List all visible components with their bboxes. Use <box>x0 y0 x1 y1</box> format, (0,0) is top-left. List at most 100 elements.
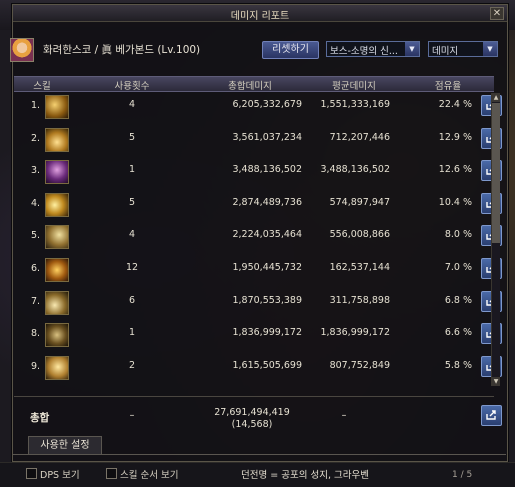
character-name: 화려한스코 / 眞 베가본드 (Lv.100) <box>43 44 201 56</box>
chevron-down-icon: ▼ <box>405 42 419 56</box>
table-row[interactable]: 5. 4 2,224,035,464 556,008,866 8.0 % <box>14 223 502 251</box>
row-avg-damage: 807,752,849 <box>329 359 390 371</box>
table-row[interactable]: 2. 5 3,561,037,234 712,207,446 12.9 % <box>14 126 502 154</box>
column-share: 점유율 <box>434 81 462 92</box>
boss-select-dropdown[interactable]: 보스-소명의 신... ▼ <box>326 41 420 57</box>
scroll-down-icon[interactable]: ▼ <box>492 377 500 386</box>
row-rank: 5. <box>31 230 41 242</box>
total-avg: – <box>341 410 347 421</box>
row-rank: 6. <box>31 263 41 274</box>
skill-icon <box>45 290 69 315</box>
title-bar[interactable]: 데미지 리포트 ✕ <box>13 5 507 22</box>
total-label: 총합 <box>30 412 50 424</box>
row-use-count: 1 <box>128 164 136 176</box>
row-rank: 4. <box>31 197 41 209</box>
share-total-button[interactable] <box>481 405 502 426</box>
total-damage: 27,691,494,419 <box>214 407 290 418</box>
page-indicator: 1 / 5 <box>452 470 473 480</box>
row-use-count: 4 <box>128 229 136 241</box>
skill-icon <box>45 192 69 217</box>
share-icon <box>486 410 496 420</box>
row-use-count: 6 <box>128 294 136 306</box>
row-total-damage: 6,205,332,679 <box>232 99 302 110</box>
dungeon-name: 던전명 = 공포의 성지, 그라우벤 <box>241 470 369 481</box>
row-use-count: 12 <box>125 262 139 273</box>
row-total-damage: 3,488,136,502 <box>232 164 302 176</box>
row-use-count: 1 <box>128 327 136 339</box>
scrollbar[interactable]: ▲ ▼ <box>491 93 500 386</box>
table-row[interactable]: 9. 2 1,615,505,699 807,752,849 5.8 % <box>14 354 502 382</box>
total-count: – <box>129 410 135 421</box>
close-button[interactable]: ✕ <box>490 7 504 20</box>
divider <box>14 396 494 397</box>
skill-icon <box>45 355 69 380</box>
row-avg-damage: 712,207,446 <box>329 131 390 143</box>
dps-checkbox[interactable] <box>26 468 37 479</box>
boss-select-value: 보스-소명의 신... <box>330 46 398 57</box>
row-rank: 8. <box>31 328 41 340</box>
row-rank: 9. <box>31 360 41 372</box>
table-row[interactable]: 6. 12 1,950,445,732 162,537,144 7.0 % <box>14 256 502 284</box>
table-row[interactable]: 7. 6 1,870,553,389 311,758,898 6.8 % <box>14 289 502 317</box>
total-hits: (14,568) <box>231 419 273 430</box>
row-share-percent: 5.8 % <box>444 359 472 371</box>
character-avatar <box>10 38 34 62</box>
type-select-value: 데미지 <box>432 46 459 57</box>
tab-used-settings[interactable]: 사용한 설정 <box>28 436 102 454</box>
column-total-damage: 총합데미지 <box>228 81 272 92</box>
skill-icon <box>45 323 69 348</box>
row-avg-damage: 162,537,144 <box>329 262 390 273</box>
table-header: 스킬 사용횟수 총합데미지 평균데미지 점유율 <box>14 76 494 92</box>
row-total-damage: 2,874,489,736 <box>232 196 302 208</box>
skill-order-checkbox[interactable] <box>106 468 117 479</box>
reset-button[interactable]: 리셋하기 <box>262 41 319 59</box>
row-share-percent: 12.6 % <box>438 164 472 176</box>
skill-icon <box>45 95 69 119</box>
window-title: 데미지 리포트 <box>230 11 290 22</box>
row-use-count: 5 <box>128 196 136 208</box>
row-use-count: 2 <box>128 359 136 371</box>
type-select-dropdown[interactable]: 데미지 ▼ <box>428 41 498 57</box>
row-avg-damage: 1,551,333,169 <box>320 99 390 110</box>
skill-icon <box>45 127 69 152</box>
row-rank: 7. <box>31 295 41 307</box>
row-total-damage: 1,836,999,172 <box>232 327 302 339</box>
skill-icon <box>45 160 69 185</box>
row-share-percent: 6.8 % <box>444 294 472 306</box>
row-use-count: 4 <box>128 99 136 110</box>
column-uses: 사용횟수 <box>114 81 150 92</box>
table-row[interactable]: 1. 4 6,205,332,679 1,551,333,169 22.4 % <box>14 93 502 121</box>
row-avg-damage: 556,008,866 <box>329 229 390 241</box>
skill-icon <box>45 258 69 282</box>
row-share-percent: 12.9 % <box>438 131 472 143</box>
skill-order-label: 스킬 순서 보기 <box>120 470 179 481</box>
row-total-damage: 1,950,445,732 <box>232 262 302 273</box>
dps-label: DPS 보기 <box>40 470 80 481</box>
table-row[interactable]: 4. 5 2,874,489,736 574,897,947 10.4 % <box>14 191 502 219</box>
column-skill: 스킬 <box>33 81 51 92</box>
skill-icon <box>45 225 69 250</box>
row-rank: 2. <box>31 132 41 144</box>
row-avg-damage: 311,758,898 <box>329 294 390 306</box>
scroll-thumb[interactable] <box>492 103 500 243</box>
row-avg-damage: 574,897,947 <box>329 196 390 208</box>
row-avg-damage: 1,836,999,172 <box>320 327 390 339</box>
row-rank: 1. <box>31 100 41 111</box>
row-use-count: 5 <box>128 131 136 143</box>
row-share-percent: 8.0 % <box>444 229 472 241</box>
scroll-up-icon[interactable]: ▲ <box>492 93 500 102</box>
tab-underline <box>12 454 506 455</box>
row-total-damage: 1,615,505,699 <box>232 359 302 371</box>
chevron-down-icon: ▼ <box>483 42 497 56</box>
row-share-percent: 10.4 % <box>438 196 472 208</box>
column-avg-damage: 평균데미지 <box>332 81 376 92</box>
row-avg-damage: 3,488,136,502 <box>320 164 390 176</box>
row-total-damage: 3,561,037,234 <box>232 131 302 143</box>
row-total-damage: 2,224,035,464 <box>232 229 302 241</box>
table-row[interactable]: 8. 1 1,836,999,172 1,836,999,172 6.6 % <box>14 321 502 349</box>
row-share-percent: 6.6 % <box>444 327 472 339</box>
table-row[interactable]: 3. 1 3,488,136,502 3,488,136,502 12.6 % <box>14 158 502 186</box>
row-rank: 3. <box>31 165 41 177</box>
row-share-percent: 22.4 % <box>438 99 472 110</box>
row-total-damage: 1,870,553,389 <box>232 294 302 306</box>
